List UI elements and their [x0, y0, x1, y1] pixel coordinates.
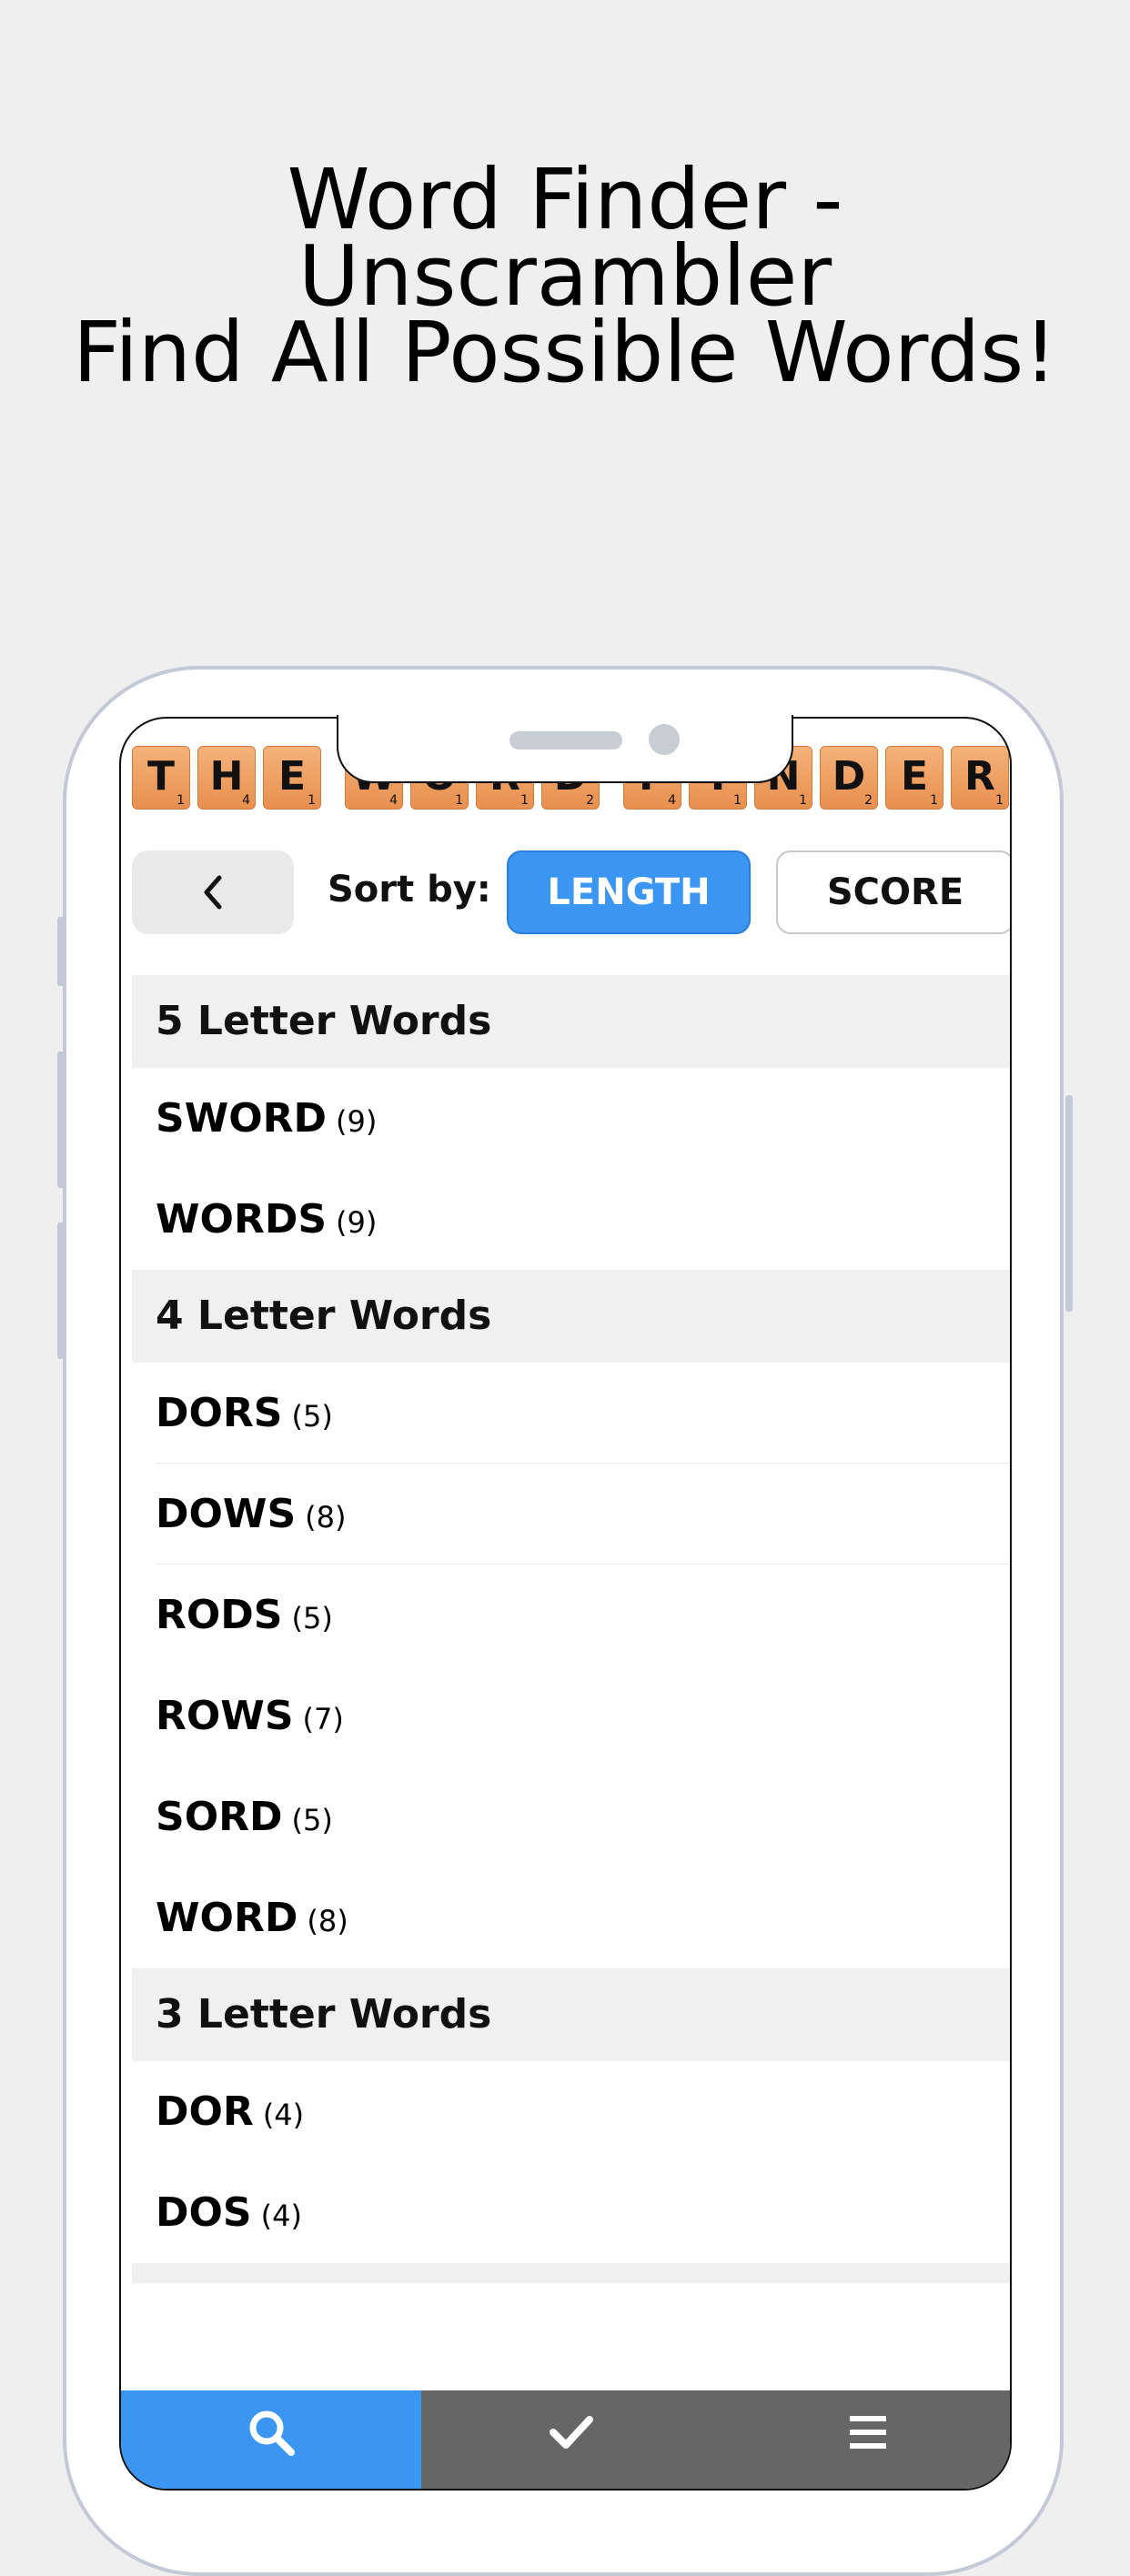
- list-item[interactable]: DOR (4): [132, 2061, 1010, 2162]
- sort-score-button[interactable]: SCORE: [776, 850, 1010, 934]
- checkmark-icon: [550, 2416, 593, 2449]
- tab-search[interactable]: [121, 2390, 421, 2489]
- section-header: 5 Letter Words: [132, 975, 1010, 1068]
- logo-tile: E1: [885, 746, 943, 810]
- logo-tile: E1: [263, 746, 321, 810]
- word-text: DOS: [156, 2189, 252, 2236]
- word-score: (4): [262, 2098, 305, 2132]
- list-footer: [132, 2263, 1010, 2283]
- word-score: (9): [336, 1205, 378, 1240]
- word-score: (5): [291, 1399, 333, 1434]
- tile-points: 1: [177, 793, 185, 808]
- word-text: DOR: [156, 2088, 254, 2135]
- word-text: DOWS: [156, 1491, 297, 1537]
- list-item[interactable]: DOS (4): [132, 2162, 1010, 2263]
- tile-points: 4: [389, 793, 398, 808]
- tab-bar: [121, 2390, 1010, 2489]
- word-text: DORS: [156, 1390, 283, 1436]
- sort-bar: Sort by: LENGTH SCORE: [121, 850, 1010, 941]
- sort-by-label: Sort by:: [328, 869, 491, 911]
- tile-letter: E: [277, 753, 307, 800]
- word-text: SORD: [156, 1794, 283, 1840]
- word-score: (5): [291, 1803, 333, 1837]
- logo-tile: D2: [820, 746, 878, 810]
- volume-up-button: [57, 1052, 65, 1188]
- list-item[interactable]: WORDS (9): [132, 1169, 1010, 1270]
- word-score: (9): [336, 1104, 378, 1139]
- tab-checked[interactable]: [421, 2390, 721, 2489]
- mute-switch: [57, 917, 65, 986]
- front-camera: [649, 724, 680, 755]
- tile-points: 1: [308, 793, 316, 808]
- logo-tile: T1: [132, 746, 190, 810]
- word-score: (8): [307, 1904, 348, 1938]
- section-header: 4 Letter Words: [132, 1270, 1010, 1363]
- logo-tile: R1: [951, 746, 1009, 810]
- volume-down-button: [57, 1223, 65, 1359]
- list-item[interactable]: RODS (5): [132, 1565, 1010, 1665]
- tile-points: 4: [668, 793, 676, 808]
- list-item[interactable]: ROWS (7): [132, 1665, 1010, 1766]
- tile-points: 1: [995, 793, 1004, 808]
- word-list: 5 Letter Words SWORD (9) WORDS (9) 4 Lette…: [132, 975, 1010, 2283]
- search-icon: [249, 2410, 295, 2456]
- word-text: ROWS: [156, 1693, 294, 1739]
- tile-letter: E: [900, 753, 929, 800]
- list-item[interactable]: SWORD (9): [132, 1068, 1010, 1169]
- list-item[interactable]: DORS (5): [132, 1363, 1010, 1464]
- tile-letter: H: [209, 753, 244, 800]
- app-screen: T1H4E1W4O1R1D2F4I1N1D2E1R1 Sort by: LENG…: [119, 717, 1012, 2490]
- chevron-left-icon: [204, 875, 222, 910]
- list-item[interactable]: WORD (8): [132, 1867, 1010, 1968]
- list-item[interactable]: SORD (5): [132, 1766, 1010, 1867]
- back-button[interactable]: [132, 850, 294, 934]
- tile-letter: D: [832, 753, 866, 800]
- section-header: 3 Letter Words: [132, 1968, 1010, 2061]
- word-text: WORDS: [156, 1196, 328, 1243]
- tile-points: 2: [864, 793, 873, 808]
- tile-letter: R: [964, 753, 995, 800]
- word-score: (7): [302, 1702, 344, 1736]
- tile-letter: T: [146, 753, 175, 800]
- word-text: RODS: [156, 1592, 283, 1638]
- word-score: (8): [305, 1500, 347, 1535]
- word-text: SWORD: [156, 1095, 328, 1142]
- word-text: WORD: [156, 1895, 298, 1941]
- tile-points: 2: [586, 793, 594, 808]
- power-button: [1065, 1095, 1073, 1312]
- tile-points: 1: [930, 793, 938, 808]
- tile-points: 1: [455, 793, 463, 808]
- word-score: (5): [291, 1601, 333, 1635]
- tab-menu[interactable]: [721, 2390, 1010, 2489]
- sort-length-button[interactable]: LENGTH: [507, 850, 751, 934]
- speaker-grille: [510, 731, 622, 750]
- promo-headline: Word Finder - Unscrambler Find All Possi…: [0, 158, 1130, 401]
- menu-icon: [849, 2416, 886, 2449]
- tile-points: 1: [520, 793, 529, 808]
- tile-points: 1: [799, 793, 807, 808]
- word-score: (4): [260, 2199, 302, 2233]
- tile-points: 1: [733, 793, 742, 808]
- promo-line-3: Find All Possible Words!: [72, 304, 1058, 401]
- tile-points: 4: [242, 793, 250, 808]
- logo-tile: H4: [197, 746, 256, 810]
- list-item[interactable]: DOWS (8): [132, 1464, 1010, 1565]
